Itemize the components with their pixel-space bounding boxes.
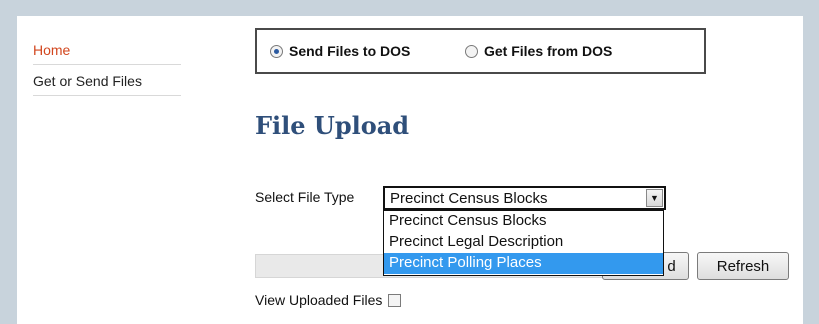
view-uploaded-files-checkbox[interactable]: [388, 293, 402, 307]
refresh-button[interactable]: Refresh: [697, 252, 789, 280]
view-uploaded-files-label: View Uploaded Files: [255, 292, 383, 308]
dropdown-option[interactable]: Precinct Legal Description: [384, 232, 663, 253]
dropdown-option-highlighted[interactable]: Precinct Polling Places: [384, 253, 663, 274]
nav-link-get-or-send-files[interactable]: Get or Send Files: [33, 67, 181, 96]
radio-get-label: Get Files from DOS: [484, 43, 613, 59]
page-content: Home Get or Send Files Send Files to DOS…: [17, 16, 803, 324]
chevron-down-icon[interactable]: ▼: [646, 189, 663, 207]
view-uploaded-files-row: View Uploaded Files: [255, 292, 402, 308]
file-type-selected-value: Precinct Census Blocks: [390, 190, 548, 207]
radio-send-files[interactable]: Send Files to DOS: [270, 43, 410, 59]
page-title: File Upload: [255, 111, 410, 140]
dropdown-option[interactable]: Precinct Census Blocks: [384, 211, 663, 232]
file-type-label: Select File Type: [255, 189, 355, 205]
upload-button-label: d: [667, 257, 676, 275]
radio-send-label: Send Files to DOS: [289, 43, 411, 59]
nav-link-home[interactable]: Home: [33, 36, 181, 65]
file-type-dropdown-list: Precinct Census Blocks Precinct Legal De…: [383, 210, 664, 276]
radio-get-files[interactable]: Get Files from DOS: [465, 43, 612, 59]
transfer-direction-group: Send Files to DOS Get Files from DOS: [255, 28, 706, 74]
radio-checked-icon[interactable]: [270, 44, 283, 58]
radio-unchecked-icon[interactable]: [465, 44, 478, 58]
file-type-select[interactable]: Precinct Census Blocks ▼: [383, 186, 666, 210]
